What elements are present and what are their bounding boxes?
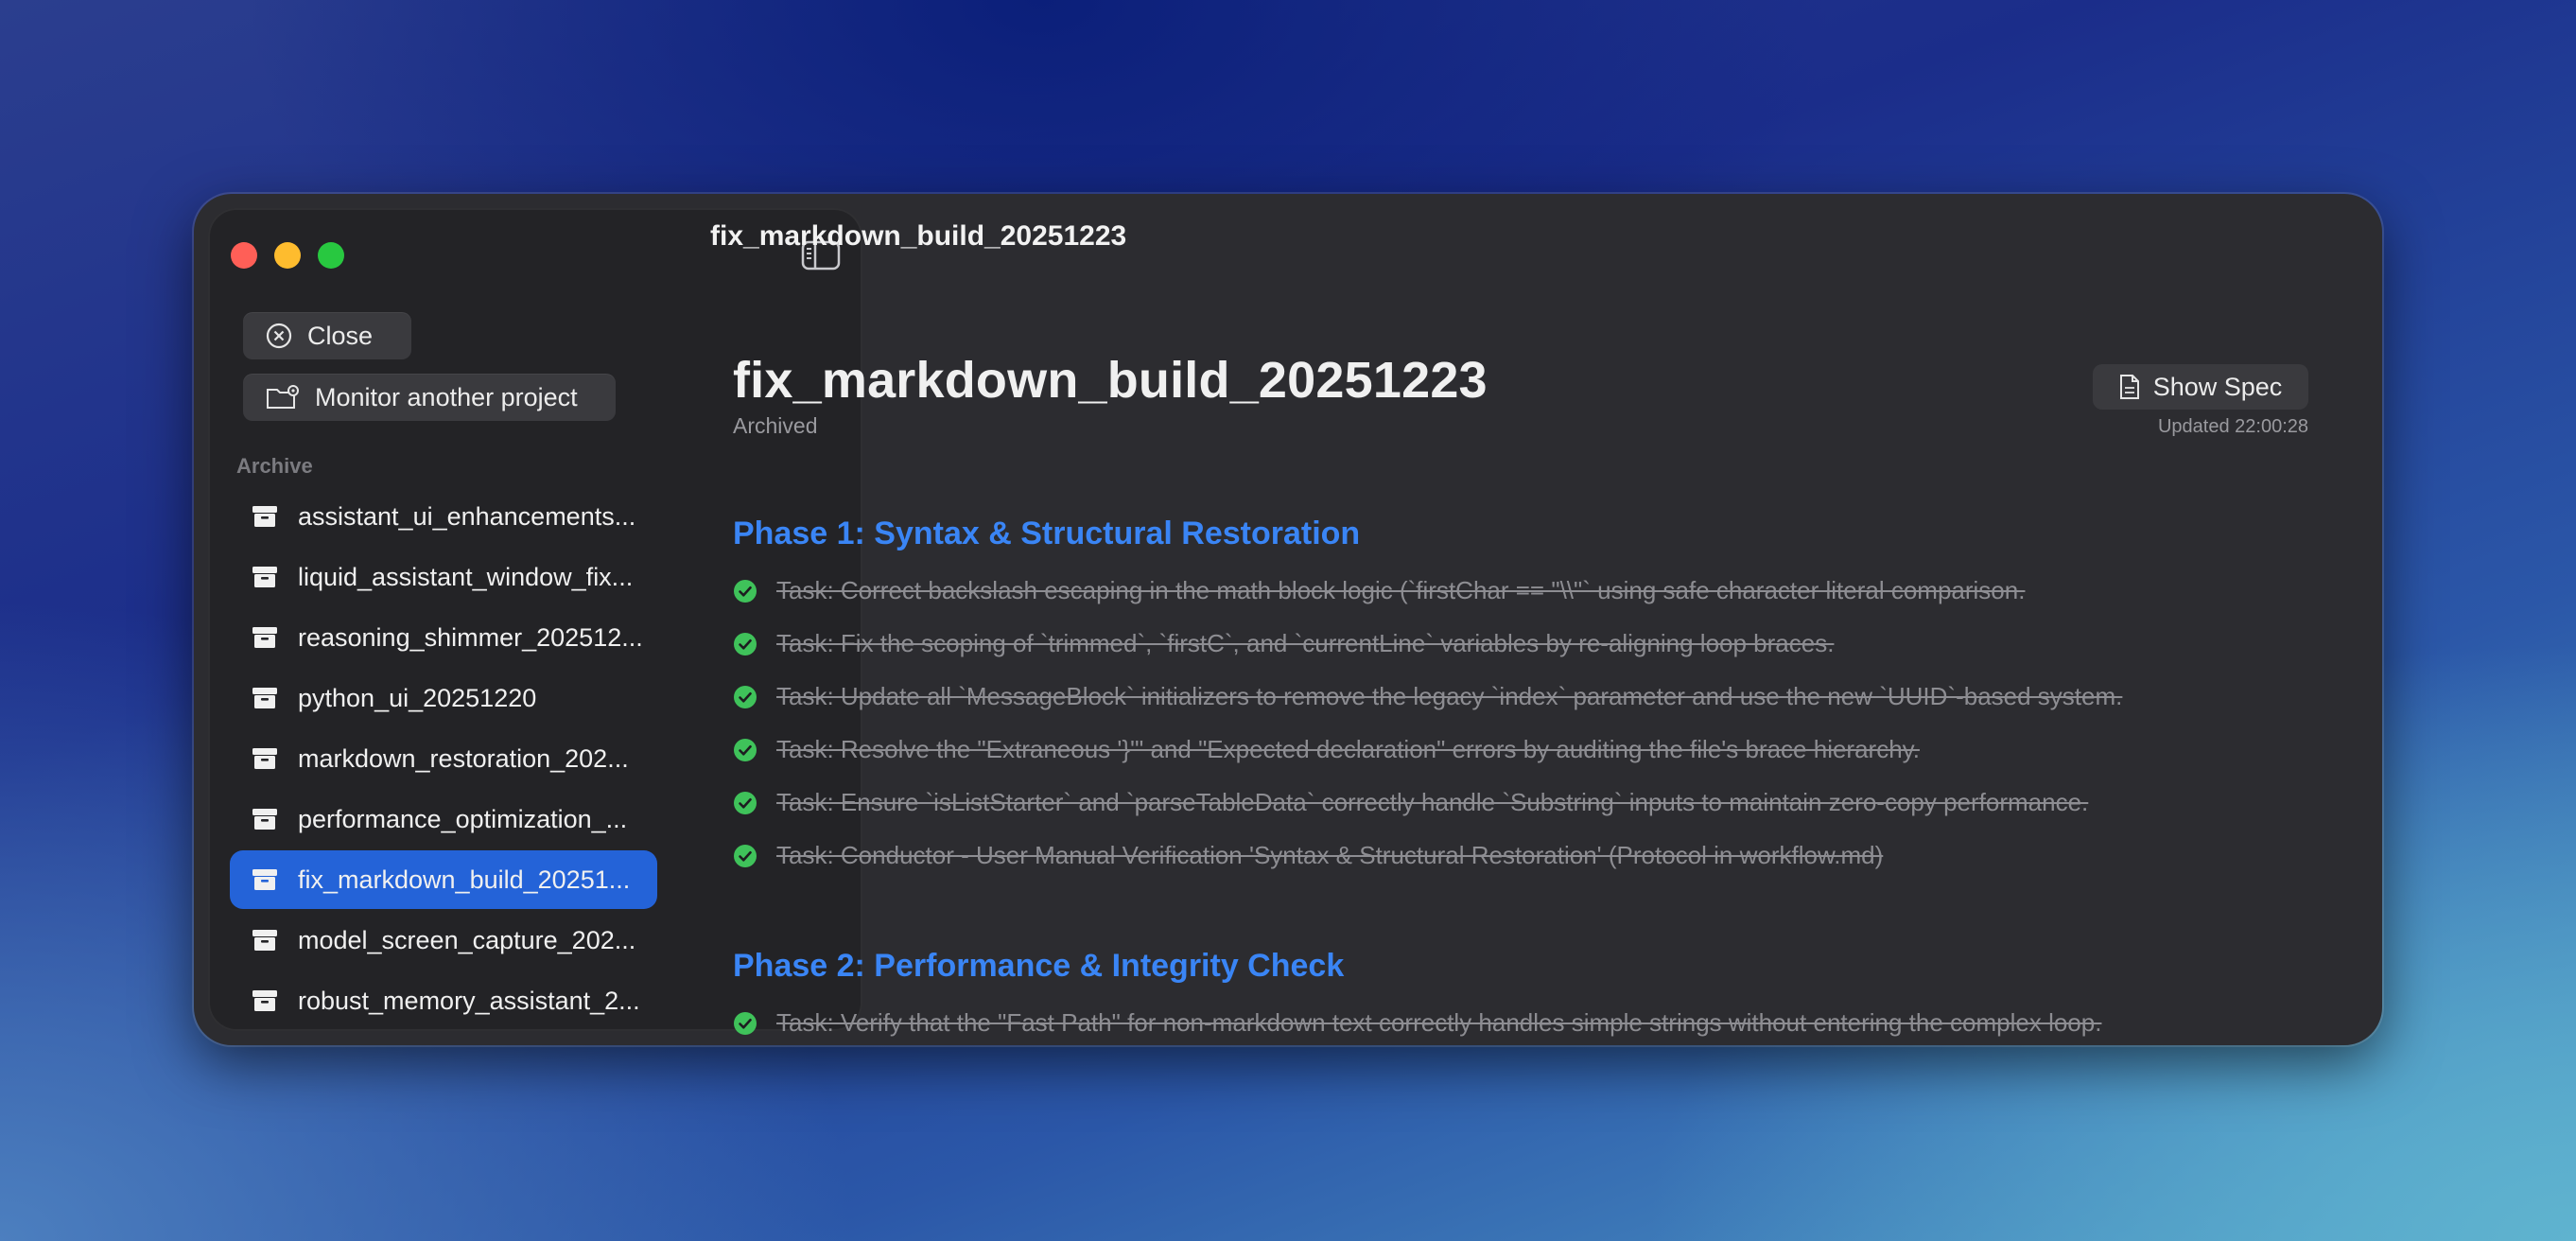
project-list: assistant_ui_enhancements... liquid_assis… <box>230 487 657 1031</box>
updated-timestamp: Updated 22:00:28 <box>2157 416 2308 437</box>
checkmark-circle-icon <box>734 1011 757 1035</box>
sidebar-item-project[interactable]: assistant_ui_enhancements... <box>230 487 657 546</box>
minimize-window-button[interactable] <box>274 242 301 269</box>
phase-1-title: Phase 1: Syntax & Structural Restoration <box>733 516 1361 551</box>
sidebar-item-label: reasoning_shimmer_202512... <box>298 622 643 652</box>
sidebar-item-label: model_screen_capture_202... <box>298 925 636 954</box>
sidebar-item-project[interactable]: model_screen_capture_202... <box>230 911 657 970</box>
archivebox-icon <box>252 688 277 708</box>
sidebar-item-project[interactable]: python_ui_20251220 <box>230 669 657 727</box>
sidebar-item-project[interactable]: reasoning_shimmer_202512... <box>230 608 657 667</box>
sidebar-item-label: fix_markdown_build_20251... <box>298 865 631 894</box>
checkmark-circle-icon <box>734 632 757 655</box>
show-spec-button[interactable]: Show Spec <box>2093 364 2308 410</box>
sidebar-item-label: assistant_ui_enhancements... <box>298 501 636 531</box>
close-window-button[interactable] <box>231 242 257 269</box>
archivebox-icon <box>252 567 277 587</box>
task-item: Task: Verify that the "Fast Path" for no… <box>733 1008 2101 1038</box>
monitor-button-label: Monitor another project <box>315 382 578 411</box>
archivebox-icon <box>252 809 277 830</box>
main-content: fix_markdown_build_20251223 Archived Sho… <box>733 194 2382 1045</box>
sidebar-item-label: liquid_assistant_window_fix... <box>298 562 634 591</box>
sidebar-item-project[interactable]: liquid_assistant_window_fix... <box>230 548 657 606</box>
monitor-another-project-button[interactable]: Monitor another project <box>243 374 616 421</box>
sidebar-item-project[interactable]: performance_optimization_... <box>230 790 657 848</box>
folder-badge-icon <box>267 385 299 409</box>
document-icon <box>2119 375 2139 399</box>
sidebar-item-label: python_ui_20251220 <box>298 683 537 712</box>
sidebar-item-project[interactable]: fix_markdown_build_20251... <box>230 850 657 909</box>
zoom-window-button[interactable] <box>318 242 344 269</box>
phase-2-title: Phase 2: Performance & Integrity Check <box>733 948 1345 984</box>
sidebar-item-project[interactable]: markdown_restoration_202... <box>230 729 657 788</box>
task-text: Task: Fix the scoping of `trimmed`, `fir… <box>776 629 1835 657</box>
task-item: Task: Ensure `isListStarter` and `parseT… <box>733 788 2088 817</box>
archivebox-icon <box>252 990 277 1011</box>
sidebar-item-label: markdown_restoration_202... <box>298 743 629 773</box>
archive-section-label: Archive <box>236 454 313 478</box>
checkmark-circle-icon <box>734 579 757 603</box>
task-text: Task: Verify that the "Fast Path" for no… <box>776 1008 2102 1037</box>
task-item: Task: Conductor - User Manual Verificati… <box>733 841 1883 870</box>
app-window: Close Monitor another project Archive as… <box>194 194 2382 1045</box>
task-item: Task: Resolve the "Extraneous '}'" and "… <box>733 735 1920 764</box>
task-text: Task: Conductor - User Manual Verificati… <box>776 841 1884 869</box>
sidebar-item-label: performance_optimization_... <box>298 804 628 833</box>
xmark-circle-icon <box>266 323 292 349</box>
checkmark-circle-icon <box>734 738 757 761</box>
sidebar-item-label: robust_memory_assistant_2... <box>298 986 640 1015</box>
task-item: Task: Fix the scoping of `trimmed`, `fir… <box>733 629 1834 658</box>
checkmark-circle-icon <box>734 685 757 708</box>
task-text: Task: Resolve the "Extraneous '}'" and "… <box>776 735 1920 763</box>
archivebox-icon <box>252 869 277 890</box>
close-button-label: Close <box>307 321 374 350</box>
task-item: Task: Update all `MessageBlock` initiali… <box>733 682 2122 711</box>
archivebox-icon <box>252 930 277 951</box>
archivebox-icon <box>252 627 277 648</box>
page-title: fix_markdown_build_20251223 <box>733 352 1488 409</box>
checkmark-circle-icon <box>734 844 757 867</box>
task-text: Task: Update all `MessageBlock` initiali… <box>776 682 2123 710</box>
task-item: Task: Correct backslash escaping in the … <box>733 576 2025 605</box>
task-text: Task: Ensure `isListStarter` and `parseT… <box>776 788 2089 816</box>
close-button[interactable]: Close <box>243 312 411 359</box>
sidebar-item-project[interactable]: robust_memory_assistant_2... <box>230 971 657 1030</box>
archivebox-icon <box>252 506 277 527</box>
checkmark-circle-icon <box>734 791 757 814</box>
archivebox-icon <box>252 748 277 769</box>
show-spec-label: Show Spec <box>2152 372 2283 401</box>
task-text: Task: Correct backslash escaping in the … <box>776 576 2026 604</box>
status-label: Archived <box>733 413 818 438</box>
